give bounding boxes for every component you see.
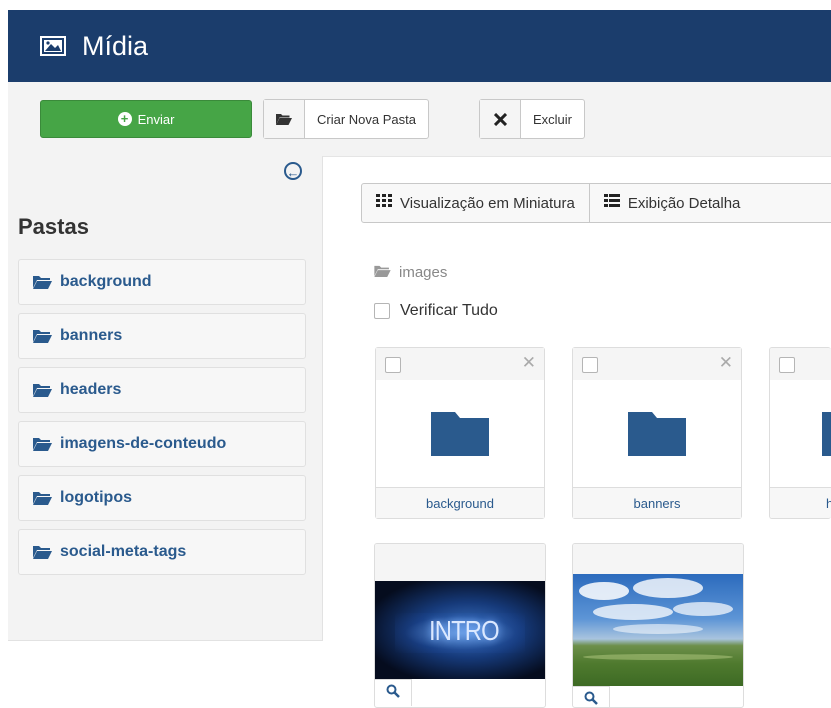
new-folder-label: Criar Nova Pasta [317, 111, 416, 127]
folder-open-icon [374, 264, 391, 281]
search-icon [386, 684, 400, 702]
upload-button[interactable]: + Enviar [40, 100, 252, 138]
folder-open-icon [33, 491, 52, 505]
delete-icon[interactable]: ✕ [719, 353, 733, 373]
plus-circle-icon: + [117, 112, 132, 126]
view-toggle-group: Visualização em Miniatura Exibição Detal… [361, 183, 831, 223]
breadcrumb-current: images [399, 264, 448, 281]
grid-icon [376, 194, 392, 212]
page-header: Mídia [8, 10, 831, 82]
upload-button-label: Enviar [137, 111, 175, 127]
zoom-button[interactable] [375, 679, 412, 706]
close-icon [480, 100, 521, 138]
sidebar-item-label: banners [60, 327, 123, 344]
folder-open-icon [33, 437, 52, 451]
sidebar-item-banners[interactable]: banners [18, 313, 306, 359]
folder-list: background banners headers imagens-de-co… [18, 259, 306, 583]
collapse-sidebar-icon[interactable]: ← [284, 162, 302, 180]
search-icon [584, 691, 598, 707]
sidebar: ← Pastas background banners headers imag… [8, 156, 323, 641]
toolbar: + Enviar Criar Nova Pasta Excluir [8, 82, 831, 157]
select-checkbox[interactable] [779, 357, 795, 373]
folder-card-banners[interactable]: ✕ banners [572, 347, 742, 519]
thumbnail-view-button[interactable]: Visualização em Miniatura [362, 184, 589, 222]
folder-icon [431, 411, 489, 456]
card-label: banners [573, 487, 741, 518]
check-all-checkbox[interactable] [374, 303, 390, 319]
image-card-landscape[interactable] [572, 543, 744, 708]
detail-view-label: Exibição Detalha [627, 194, 741, 212]
folder-open-icon [33, 545, 52, 559]
card-thumbnail [376, 380, 544, 487]
list-icon [603, 194, 620, 212]
folder-open-icon [33, 383, 52, 397]
check-all: Verificar Tudo [374, 302, 498, 320]
card-thumbnail [770, 380, 831, 487]
page-title: Mídia [82, 30, 149, 61]
intro-text: INTRO [429, 615, 500, 646]
sidebar-heading: Pastas [18, 214, 89, 239]
select-checkbox[interactable] [385, 357, 401, 373]
select-checkbox[interactable] [582, 357, 598, 373]
card-label: background [376, 487, 544, 518]
thumbnail-view-label: Visualização em Miniatura [400, 194, 575, 212]
sidebar-item-label: logotipos [60, 489, 132, 506]
folder-open-icon [264, 100, 305, 138]
sidebar-item-label: imagens-de-conteudo [60, 435, 227, 452]
card-header [573, 544, 743, 574]
folder-icon [822, 411, 831, 456]
card-thumbnail [573, 380, 741, 487]
card-header: ✕ [376, 348, 544, 380]
sidebar-item-label: headers [60, 381, 122, 398]
zoom-button[interactable] [573, 686, 610, 707]
delete-button[interactable]: Excluir [479, 99, 586, 139]
folder-open-icon [33, 275, 52, 289]
delete-icon[interactable]: ✕ [522, 353, 536, 373]
card-header [770, 348, 831, 380]
breadcrumb: images [374, 264, 447, 281]
image-icon [40, 36, 66, 56]
sidebar-item-label: background [60, 273, 152, 290]
sidebar-item-background[interactable]: background [18, 259, 306, 305]
detail-view-button[interactable]: Exibição Detalha [588, 184, 755, 222]
image-card-intro[interactable]: INTRO [374, 543, 546, 708]
sidebar-item-imagens-de-conteudo[interactable]: imagens-de-conteudo [18, 421, 306, 467]
new-folder-button[interactable]: Criar Nova Pasta [263, 99, 429, 139]
sidebar-item-logotipos[interactable]: logotipos [18, 475, 306, 521]
folder-card-headers[interactable]: h [769, 347, 831, 519]
card-header [375, 544, 545, 581]
sidebar-item-label: social-meta-tags [60, 543, 187, 560]
folder-open-icon [33, 329, 52, 343]
card-label: h [770, 487, 831, 518]
delete-label: Excluir [533, 111, 573, 127]
image-thumbnail: INTRO [375, 581, 545, 679]
folder-icon [628, 411, 686, 456]
sidebar-item-social-meta-tags[interactable]: social-meta-tags [18, 529, 306, 575]
sidebar-item-headers[interactable]: headers [18, 367, 306, 413]
image-thumbnail [573, 574, 743, 686]
check-all-label: Verificar Tudo [400, 302, 498, 319]
card-header: ✕ [573, 348, 741, 380]
folder-card-background[interactable]: ✕ background [375, 347, 545, 519]
